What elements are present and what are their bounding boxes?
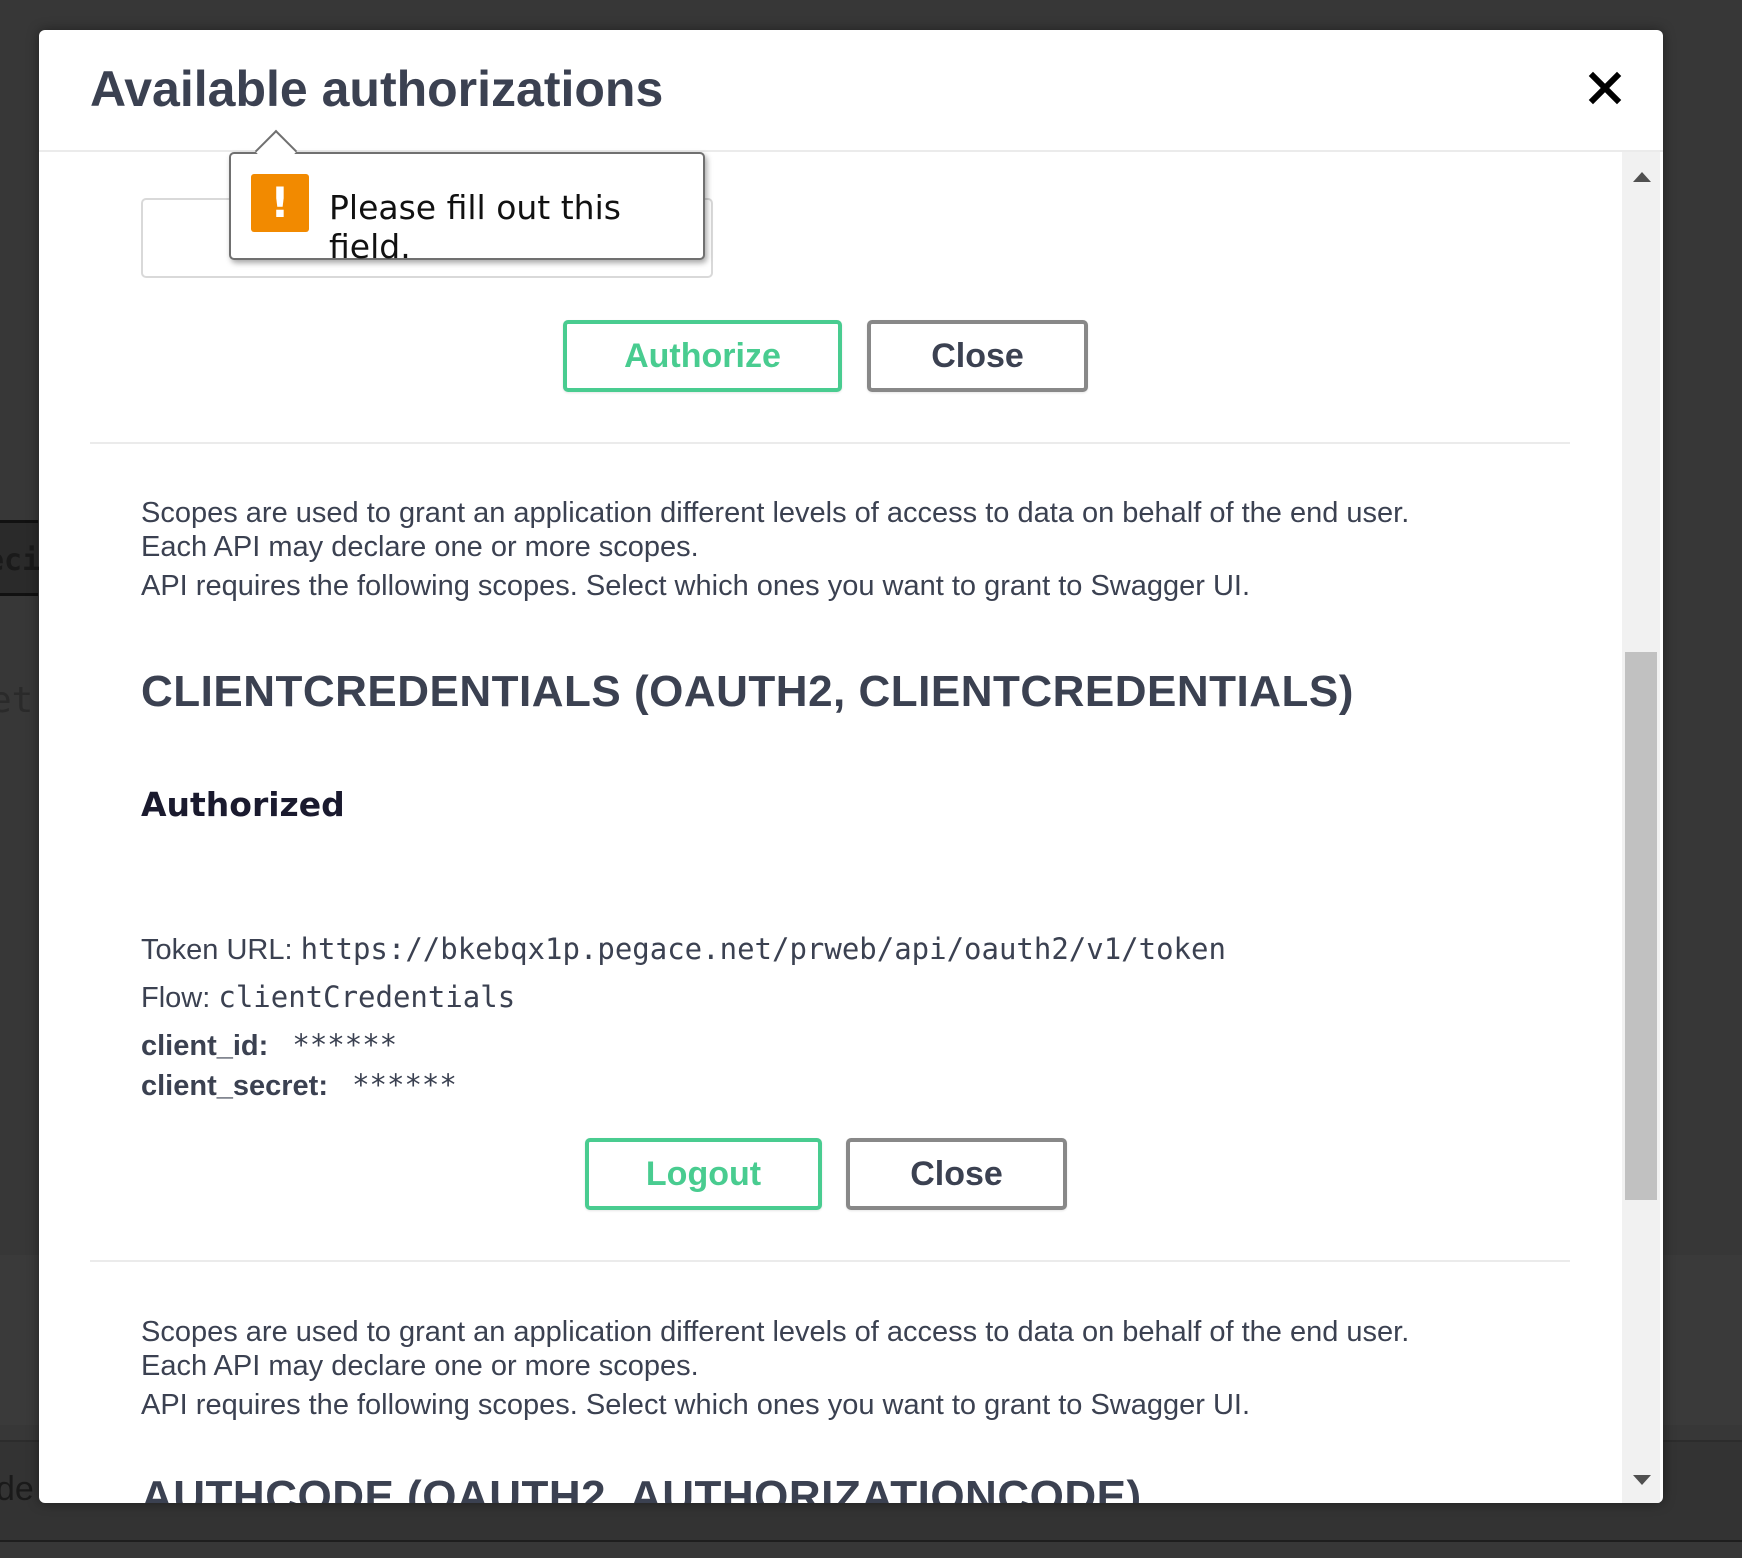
section-divider: [90, 1260, 1570, 1262]
scopes-description-2: Scopes are used to grant an application …: [141, 1315, 1541, 1383]
background-text-fragment: et: [0, 680, 34, 721]
scheme-title-authcode: AUTHCODE (OAUTH2, AUTHORIZATIONCODE): [141, 1472, 1142, 1503]
scroll-up-arrow-icon[interactable]: [1633, 172, 1651, 182]
close-x-icon[interactable]: [1583, 66, 1627, 110]
client-id-row: client_id: ******: [141, 1028, 397, 1063]
token-url-row: Token URL: https://bkebqx1p.pegace.net/p…: [141, 932, 1226, 967]
flow-value: clientCredentials: [218, 980, 516, 1014]
client-secret-label: client_secret:: [141, 1070, 328, 1102]
flow-row: Flow: clientCredentials: [141, 980, 515, 1015]
validation-tooltip: ! Please fill out this field.: [229, 129, 705, 266]
client-secret-row: client_secret: ******: [141, 1068, 457, 1103]
logout-button[interactable]: Logout: [585, 1138, 822, 1210]
token-url-value: https://bkebqx1p.pegace.net/prweb/api/oa…: [300, 932, 1226, 966]
client-secret-value: ******: [352, 1068, 457, 1102]
scroll-down-arrow-icon[interactable]: [1633, 1475, 1651, 1485]
close-button-2[interactable]: Close: [846, 1138, 1067, 1210]
section-divider: [90, 442, 1570, 444]
scopes-description-line: Each API may declare one or more scopes.: [141, 531, 699, 563]
close-button[interactable]: Close: [867, 320, 1088, 392]
scopes-description-line: Scopes are used to grant an application …: [141, 497, 1410, 529]
scrollbar-thumb[interactable]: [1625, 652, 1657, 1200]
scopes-description-line: Scopes are used to grant an application …: [141, 1316, 1410, 1348]
modal-scrollbar[interactable]: [1622, 152, 1660, 1503]
background-tab-fragment: eci: [0, 520, 40, 596]
warning-icon: !: [251, 174, 309, 232]
token-url-label: Token URL:: [141, 934, 293, 966]
scheme-title-clientcredentials: CLIENTCREDENTIALS (OAUTH2, CLIENTCREDENT…: [141, 667, 1354, 716]
client-id-label: client_id:: [141, 1030, 269, 1062]
scopes-description-line: Each API may declare one or more scopes.: [141, 1350, 699, 1382]
modal-title: Available authorizations: [90, 61, 664, 117]
background-text-fragment-bottom: de: [0, 1470, 34, 1508]
client-id-value: ******: [292, 1028, 398, 1062]
modal-header: Available authorizations: [39, 30, 1663, 152]
authorize-button[interactable]: Authorize: [563, 320, 842, 392]
modal-body: Authorize Close Scopes are used to grant…: [39, 152, 1623, 1503]
authorized-status: Authorized: [141, 785, 345, 824]
flow-label: Flow:: [141, 982, 211, 1014]
tooltip-message: Please fill out this field.: [329, 188, 621, 266]
scopes-requirement: API requires the following scopes. Selec…: [141, 570, 1251, 602]
scopes-description: Scopes are used to grant an application …: [141, 496, 1541, 564]
authorizations-modal: Available authorizations Authorize Close…: [39, 30, 1663, 1503]
scopes-requirement-2: API requires the following scopes. Selec…: [141, 1389, 1251, 1421]
